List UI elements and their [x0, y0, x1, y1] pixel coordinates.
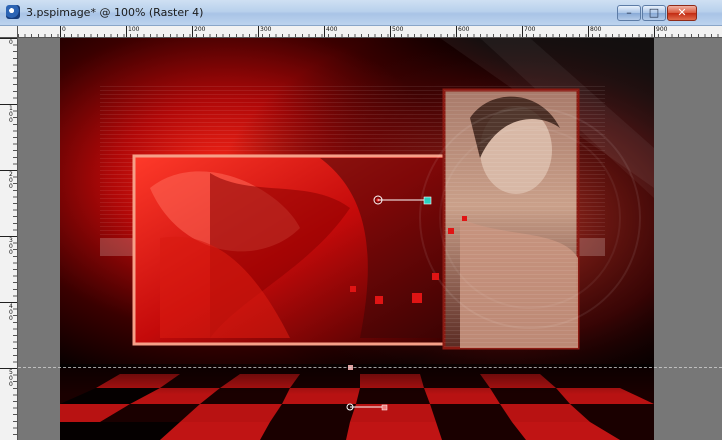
window-title: 3.pspimage* @ 100% (Raster 4) — [26, 6, 204, 19]
ruler-label: 600 — [458, 26, 470, 33]
ruler-label: 900 — [656, 26, 668, 33]
ruler-corner — [0, 26, 18, 38]
ruler-label: 500 — [392, 26, 404, 33]
vertical-ruler[interactable]: 0 100 200 300 400 500 — [0, 38, 18, 440]
ruler-label: 0 — [62, 26, 66, 33]
maximize-button[interactable]: □ — [642, 5, 666, 21]
minimize-button[interactable]: – — [617, 5, 641, 21]
ruler-label: 100 — [128, 26, 140, 33]
title-bar: 3.pspimage* @ 100% (Raster 4) – □ ✕ — [0, 0, 722, 26]
ruler-label: 100 — [9, 105, 13, 124]
ruler-label: 0 — [9, 39, 13, 46]
ruler-label: 400 — [9, 303, 13, 322]
ruler-label: 200 — [9, 171, 13, 190]
ruler-label: 700 — [524, 26, 536, 33]
horizontal-ruler[interactable]: 0 100 200 300 400 500 600 700 800 900 — [18, 26, 722, 38]
image-canvas[interactable] — [60, 38, 654, 440]
ruler-label: 500 — [9, 369, 13, 388]
ruler-label: 200 — [194, 26, 206, 33]
ruler-label: 400 — [326, 26, 338, 33]
close-button[interactable]: ✕ — [667, 5, 697, 21]
ruler-label: 300 — [260, 26, 272, 33]
minimize-icon: – — [626, 6, 632, 19]
horizontal-guide[interactable] — [18, 367, 722, 368]
ruler-label: 300 — [9, 237, 13, 256]
pspimage-document-icon[interactable] — [6, 5, 20, 19]
ruler-label: 800 — [590, 26, 602, 33]
artwork — [60, 38, 654, 440]
close-icon: ✕ — [677, 6, 687, 19]
maximize-icon: □ — [648, 6, 660, 19]
